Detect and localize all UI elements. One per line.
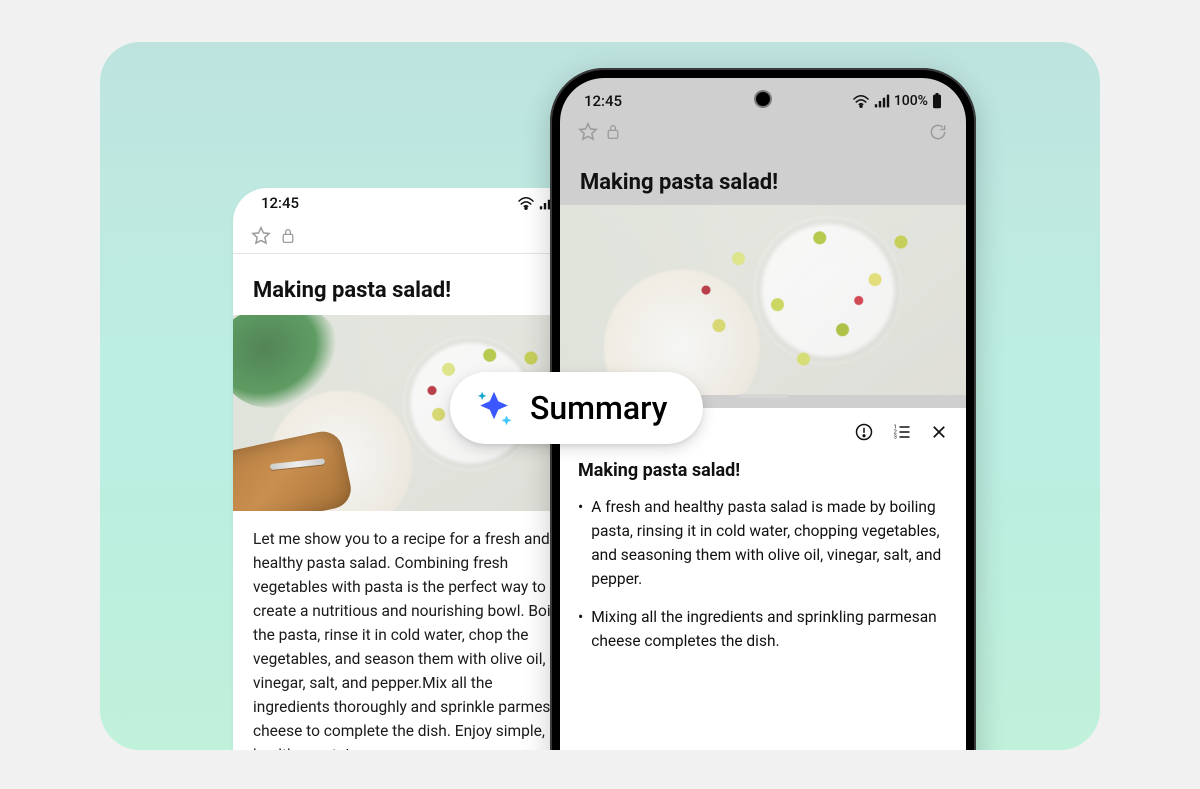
note-title: Making pasta salad! <box>560 150 966 205</box>
promo-stage: 12:45 <box>100 42 1100 750</box>
lock-icon[interactable] <box>281 228 295 244</box>
close-icon[interactable] <box>930 423 948 441</box>
note-hero-image <box>560 205 966 395</box>
wifi-icon <box>852 94 870 108</box>
summary-pill-label: Summary <box>530 389 667 427</box>
note-body: Let me show you to a recipe for a fresh … <box>233 511 593 750</box>
summary-subtitle: Making pasta salad! <box>578 460 948 481</box>
note-title: Making pasta salad! <box>233 254 593 315</box>
format-list-icon[interactable]: 123 <box>892 422 912 442</box>
note-title-bar <box>560 114 966 150</box>
star-icon[interactable] <box>578 122 598 142</box>
signal-icon <box>874 94 890 108</box>
star-icon[interactable] <box>251 226 271 246</box>
summary-pill[interactable]: Summary <box>450 372 703 444</box>
status-bar: 12:45 <box>233 188 593 218</box>
svg-text:3: 3 <box>894 435 897 441</box>
summary-bullet: Mixing all the ingredients and sprinklin… <box>578 605 948 653</box>
wifi-icon <box>517 196 535 210</box>
refresh-icon[interactable] <box>928 122 948 142</box>
battery-percent: 100% <box>894 93 928 109</box>
summary-panel: Summary 123 Making pasta salad! <box>560 408 966 750</box>
note-title-bar <box>233 218 593 254</box>
sheet-drag-handle[interactable] <box>738 394 788 398</box>
lock-icon[interactable] <box>606 124 620 140</box>
status-time: 12:45 <box>261 194 299 212</box>
ai-sparkle-icon <box>474 388 514 428</box>
report-icon[interactable] <box>854 422 874 442</box>
camera-hole <box>756 92 770 106</box>
status-time: 12:45 <box>584 92 622 110</box>
battery-icon <box>932 93 942 109</box>
status-indicators: 100% <box>852 93 942 109</box>
summary-bullet: A fresh and healthy pasta salad is made … <box>578 495 948 591</box>
back-phone-card: 12:45 <box>233 188 593 750</box>
